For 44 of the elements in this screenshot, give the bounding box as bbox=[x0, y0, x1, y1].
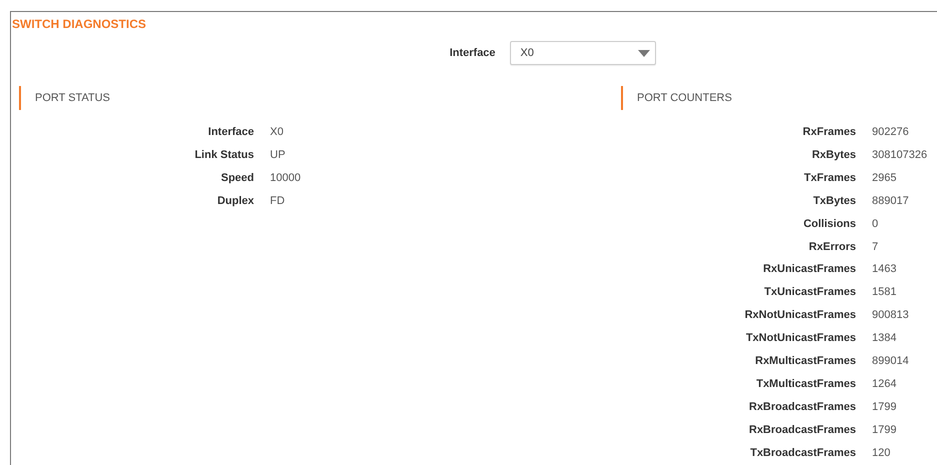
field-value: 7 bbox=[872, 240, 880, 255]
field-label: TxFrames bbox=[803, 170, 856, 186]
section-heading: PORT COUNTERS bbox=[621, 86, 937, 110]
field-value: 1581 bbox=[872, 285, 898, 300]
field-value: 0 bbox=[872, 216, 880, 232]
field-value: 902276 bbox=[872, 125, 910, 140]
field-label: RxNotUnicastFrames bbox=[744, 308, 856, 324]
field-label: TxMulticastFrames bbox=[755, 376, 856, 392]
field-label: Link Status bbox=[194, 148, 254, 163]
field-value: FD bbox=[270, 194, 286, 209]
field-value: 900813 bbox=[872, 308, 910, 324]
field-value: 899014 bbox=[872, 354, 910, 370]
field-label: TxNotUnicastFrames bbox=[744, 331, 856, 346]
field-label: RxFrames bbox=[802, 125, 856, 140]
section-heading: PORT STATUS bbox=[19, 86, 621, 110]
field-label: RxBroadcastFrames bbox=[748, 400, 856, 415]
field-label: TxUnicastFrames bbox=[763, 285, 856, 300]
field-label: RxBytes bbox=[810, 148, 856, 163]
field-label: RxBroadcastFrames bbox=[748, 422, 856, 438]
interface-dropdown[interactable]: X0 bbox=[510, 41, 656, 65]
field-label: TxBytes bbox=[812, 194, 856, 209]
field-value: X0 bbox=[270, 125, 284, 140]
field-value: 1799 bbox=[872, 400, 898, 415]
field-value: 1463 bbox=[872, 262, 898, 278]
field-label: RxErrors bbox=[808, 240, 856, 255]
field-value: 10000 bbox=[270, 170, 301, 186]
field-value: 1799 bbox=[872, 422, 898, 438]
field-label: Speed bbox=[220, 170, 254, 186]
field-label: Interface bbox=[450, 47, 496, 59]
field-label: TxBroadcastFrames bbox=[749, 446, 856, 461]
field-value: 120 bbox=[872, 446, 892, 461]
field-label: RxMulticastFrames bbox=[754, 354, 856, 370]
field-label: Interface bbox=[207, 125, 254, 140]
field-value: UP bbox=[270, 148, 286, 163]
field-value: 1264 bbox=[872, 376, 898, 392]
field-label: Collisions bbox=[802, 216, 856, 232]
field-value: 2965 bbox=[872, 170, 898, 186]
field-label: RxUnicastFrames bbox=[762, 262, 856, 278]
field-label: Duplex bbox=[216, 194, 254, 209]
field-value: 308107326 bbox=[872, 148, 928, 163]
field-value: 1384 bbox=[872, 331, 898, 346]
caret-icon bbox=[638, 50, 650, 56]
field-value: 889017 bbox=[872, 194, 910, 209]
page-title: SWITCH DIAGNOSTICS bbox=[11, 16, 147, 31]
